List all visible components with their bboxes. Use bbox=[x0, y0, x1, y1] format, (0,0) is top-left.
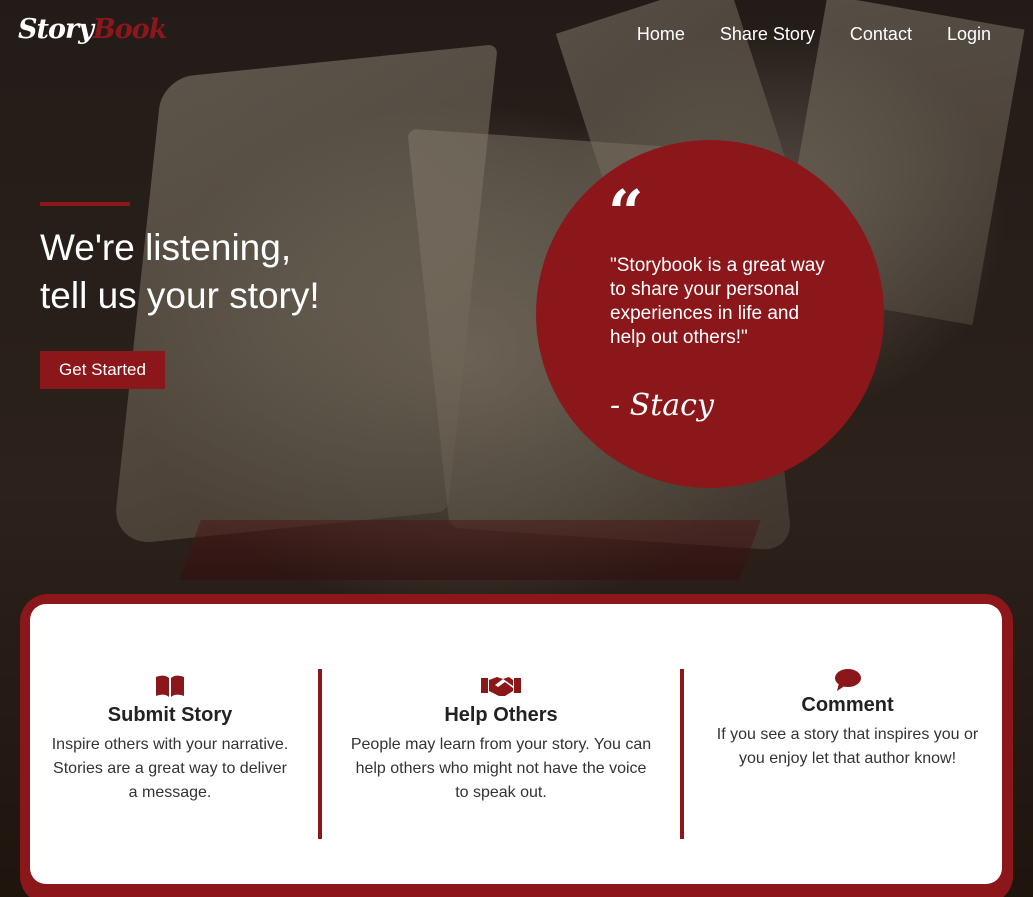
page: StoryBook Home Share Story Contact Login… bbox=[0, 0, 1033, 897]
logo-book-text: Book bbox=[92, 14, 168, 45]
hero-title-line1: We're listening, bbox=[40, 227, 292, 268]
feature-comment: Comment If you see a story that inspires… bbox=[710, 604, 985, 884]
features-card: Submit Story Inspire others with your na… bbox=[30, 604, 1002, 884]
feature-description: People may learn from your story. You ca… bbox=[350, 736, 652, 801]
nav-menu: Home Share Story Contact Login bbox=[637, 24, 991, 45]
feature-help-others: Help Others People may learn from your s… bbox=[348, 604, 654, 884]
feature-title: Help Others bbox=[444, 704, 558, 726]
navbar: StoryBook Home Share Story Contact Login bbox=[0, 0, 1033, 70]
hero-title: We're listening, tell us your story! bbox=[40, 224, 460, 320]
get-started-button[interactable]: Get Started bbox=[40, 351, 165, 389]
nav-link-share-story[interactable]: Share Story bbox=[720, 24, 815, 45]
hero-title-line2: tell us your story! bbox=[40, 275, 320, 316]
feature-divider bbox=[318, 669, 322, 839]
nav-link-login[interactable]: Login bbox=[947, 24, 991, 45]
site-logo[interactable]: StoryBook bbox=[18, 14, 168, 45]
logo-story-text: Story bbox=[18, 14, 94, 45]
feature-divider bbox=[680, 669, 684, 839]
feature-submit-story: Submit Story Inspire others with your na… bbox=[50, 604, 290, 884]
testimonial-text: "Storybook is a great way to share your … bbox=[610, 255, 825, 348]
handshake-icon bbox=[481, 677, 521, 696]
quote-icon: “ bbox=[608, 182, 644, 230]
comment-icon bbox=[834, 669, 861, 691]
feature-title: Submit Story bbox=[107, 704, 233, 726]
feature-description: If you see a story that inspires you or … bbox=[716, 726, 979, 767]
hero-accent-rule bbox=[40, 202, 130, 206]
nav-link-contact[interactable]: Contact bbox=[850, 24, 912, 45]
testimonial-circle: “ "Storybook is a great way to share you… bbox=[536, 140, 884, 488]
feature-description: Inspire others with your narrative. Stor… bbox=[51, 736, 289, 801]
feature-title: Comment bbox=[801, 694, 894, 716]
testimonial-author: - Stacy bbox=[610, 388, 714, 423]
book-open-icon bbox=[156, 675, 184, 697]
nav-link-home[interactable]: Home bbox=[637, 24, 685, 45]
